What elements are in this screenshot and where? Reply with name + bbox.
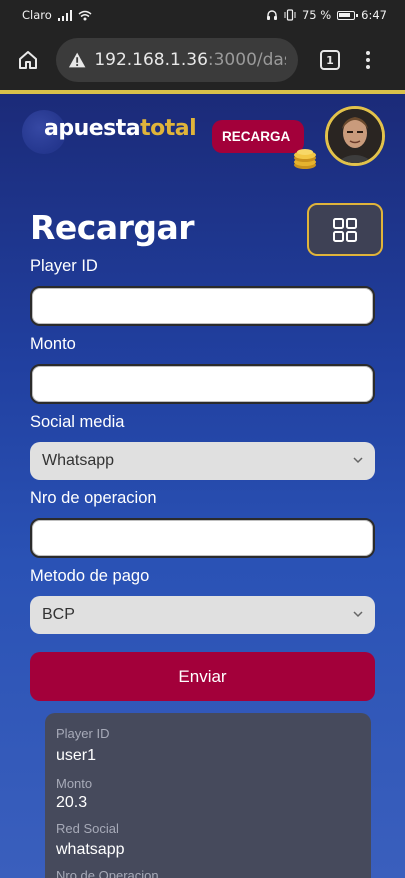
coins-icon (294, 149, 316, 169)
tab-switcher-button[interactable]: 1 (320, 50, 340, 70)
address-bar[interactable]: 192.168.1.36:3000/dash (56, 38, 298, 82)
menu-dot (366, 51, 370, 55)
logo-text: apuestatotal (44, 116, 197, 141)
page-title: Recargar (30, 208, 195, 247)
player-id-input[interactable] (30, 286, 375, 326)
summary-monto-label: Monto (56, 776, 93, 791)
page-content: apuestatotal RECARGA Recargar Player ID … (0, 90, 405, 878)
wifi-icon (78, 10, 92, 20)
enviar-button[interactable]: Enviar (30, 652, 375, 701)
headphones-icon (266, 10, 277, 20)
menu-dot (366, 58, 370, 62)
grid-icon (333, 217, 357, 242)
brand-logo[interactable]: apuestatotal (22, 110, 197, 154)
summary-monto-value: 20.3 (56, 794, 88, 811)
operacion-input[interactable] (30, 518, 375, 558)
vibrate-icon (284, 9, 296, 21)
summary-player-id-label: Player ID (56, 726, 110, 741)
status-right: 75 % 6:47 (266, 8, 387, 22)
status-left: Claro (22, 8, 92, 22)
grid-menu-button[interactable] (307, 203, 383, 256)
operacion-label: Nro de operacion (30, 489, 157, 507)
carrier-name: Claro (22, 8, 52, 22)
battery-icon (337, 10, 358, 20)
signal-icon (57, 9, 73, 21)
logo-main: apuesta (44, 116, 141, 141)
social-media-selected: Whatsapp (42, 452, 115, 469)
social-media-select[interactable]: Whatsapp (30, 442, 375, 480)
menu-dot (366, 65, 370, 69)
app-header: apuestatotal RECARGA (0, 104, 405, 169)
home-icon (19, 51, 37, 69)
browser-toolbar: 192.168.1.36:3000/dash 1 (0, 30, 405, 90)
user-avatar[interactable] (325, 106, 385, 166)
metodo-pago-select[interactable]: BCP (30, 596, 375, 634)
player-id-label: Player ID (30, 257, 98, 275)
summary-operacion-label: Nro de Operacion (56, 868, 159, 878)
summary-red-social-label: Red Social (56, 821, 119, 836)
monto-input[interactable] (30, 364, 375, 404)
avatar-portrait-icon (328, 109, 382, 163)
home-button[interactable] (12, 44, 44, 76)
url-path: :3000/dash (207, 50, 286, 70)
url-text: 192.168.1.36:3000/dash (94, 50, 286, 70)
status-bar: Claro 75 % 6:47 (0, 0, 405, 30)
summary-card: Player ID user1 Monto 20.3 Red Social wh… (45, 713, 371, 878)
chevron-down-icon (353, 457, 363, 464)
summary-player-id-value: user1 (56, 747, 97, 764)
url-host: 192.168.1.36 (94, 50, 208, 70)
monto-label: Monto (30, 335, 76, 353)
summary-red-social-value: whatsapp (56, 841, 125, 858)
warning-icon (68, 52, 86, 68)
metodo-pago-selected: BCP (42, 606, 75, 623)
social-media-label: Social media (30, 413, 125, 431)
chevron-down-icon (353, 611, 363, 618)
logo-accent: total (140, 116, 197, 141)
browser-menu-button[interactable] (364, 51, 372, 69)
metodo-pago-label: Metodo de pago (30, 567, 150, 585)
battery-percent: 75 % (301, 8, 332, 22)
clock: 6:47 (361, 8, 387, 22)
recarga-button[interactable]: RECARGA (212, 120, 304, 153)
